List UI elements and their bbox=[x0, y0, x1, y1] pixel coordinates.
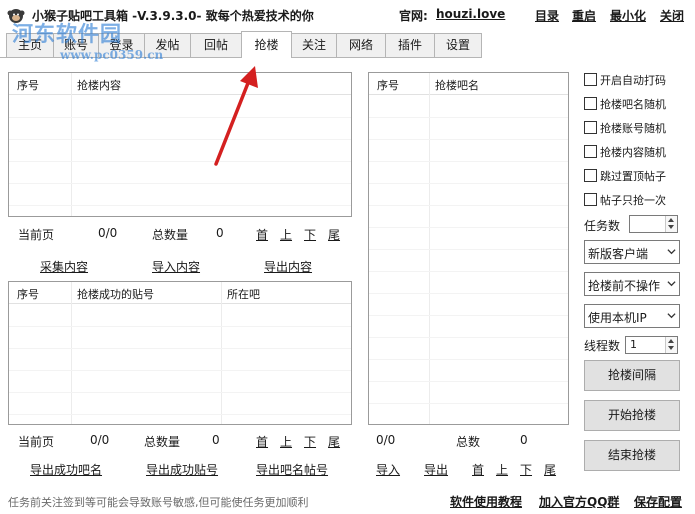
client-select[interactable]: 新版客户端 bbox=[584, 240, 680, 264]
content-last-page[interactable]: 尾 bbox=[328, 226, 340, 243]
export-bar-post-link[interactable]: 导出吧名帖号 bbox=[256, 461, 328, 478]
tab-grab-floor[interactable]: 抢楼 bbox=[241, 31, 292, 58]
checkbox-label: 抢楼账号随机 bbox=[600, 122, 666, 135]
random-bar-checkbox[interactable] bbox=[584, 97, 597, 110]
stepper-arrows-icon[interactable] bbox=[665, 337, 677, 353]
content-current-page: 0/0 bbox=[98, 226, 118, 240]
column-bar-name: 抢楼吧名 bbox=[435, 79, 479, 92]
menu-link[interactable]: 目录 bbox=[535, 7, 559, 24]
close-link[interactable]: 关闭 bbox=[660, 7, 684, 24]
checkbox-label: 抢楼吧名随机 bbox=[600, 98, 666, 111]
save-config-link[interactable]: 保存配置 bbox=[634, 493, 682, 510]
grab-once-option[interactable]: 帖子只抢一次 bbox=[584, 192, 689, 208]
bar-total: 0 bbox=[520, 433, 528, 447]
success-current-page: 0/0 bbox=[90, 433, 110, 447]
skip-pinned-checkbox[interactable] bbox=[584, 169, 597, 182]
success-list[interactable]: 序号 抢楼成功的贴号 所在吧 bbox=[8, 281, 352, 425]
ip-select-value: 使用本机IP bbox=[588, 311, 647, 325]
bar-next-page[interactable]: 下 bbox=[520, 461, 532, 478]
content-total-label: 总数量 bbox=[152, 228, 189, 242]
collect-content-link[interactable]: 采集内容 bbox=[40, 258, 88, 275]
tab-follow[interactable]: 关注 bbox=[291, 33, 337, 57]
content-first-page[interactable]: 首 bbox=[256, 226, 268, 243]
bar-prev-page[interactable]: 上 bbox=[496, 461, 508, 478]
checkbox-label: 开启自动打码 bbox=[600, 74, 666, 87]
thread-count-value: 1 bbox=[630, 338, 637, 351]
pre-action-select-value: 抢楼前不操作 bbox=[588, 279, 661, 293]
import-content-link[interactable]: 导入内容 bbox=[152, 258, 200, 275]
column-index: 序号 bbox=[17, 288, 39, 301]
tutorial-link[interactable]: 软件使用教程 bbox=[450, 493, 522, 510]
watermark-text: 河东软件园 bbox=[12, 21, 122, 46]
minimize-link[interactable]: 最小化 bbox=[610, 7, 646, 24]
bar-total-label: 总数 bbox=[456, 435, 481, 449]
bar-list-header: 序号 抢楼吧名 bbox=[369, 73, 568, 95]
stop-button[interactable]: 结束抢楼 bbox=[584, 440, 680, 471]
bar-current-page: 0/0 bbox=[376, 433, 396, 447]
watermark-url: www.pc0359.cn bbox=[60, 48, 164, 62]
content-next-page[interactable]: 下 bbox=[304, 226, 316, 243]
thread-count-stepper[interactable]: 1 bbox=[625, 336, 678, 354]
random-bar-option[interactable]: 抢楼吧名随机 bbox=[584, 96, 689, 112]
pre-action-select[interactable]: 抢楼前不操作 bbox=[584, 272, 680, 296]
success-next-page[interactable]: 下 bbox=[304, 433, 316, 450]
auto-captcha-checkbox[interactable] bbox=[584, 73, 597, 86]
success-prev-page[interactable]: 上 bbox=[280, 433, 292, 450]
success-list-header: 序号 抢楼成功的贴号 所在吧 bbox=[9, 282, 351, 304]
content-list[interactable]: 序号 抢楼内容 bbox=[8, 72, 352, 217]
column-index: 序号 bbox=[377, 79, 399, 92]
success-current-page-label: 当前页 bbox=[18, 435, 55, 449]
chevron-down-icon bbox=[667, 249, 676, 255]
skip-pinned-option[interactable]: 跳过置顶帖子 bbox=[584, 168, 689, 184]
chevron-down-icon bbox=[667, 281, 676, 287]
export-success-posts-link[interactable]: 导出成功贴号 bbox=[146, 461, 218, 478]
task-count-stepper[interactable] bbox=[629, 215, 678, 233]
content-current-page-label: 当前页 bbox=[18, 228, 55, 242]
site-url-link[interactable]: houzi.love bbox=[436, 7, 505, 21]
status-message: 任务前关注签到等可能会导致账号敏感,但可能使任务更加顺利 bbox=[8, 496, 309, 509]
success-first-page[interactable]: 首 bbox=[256, 433, 268, 450]
tab-reply[interactable]: 回帖 bbox=[190, 33, 242, 57]
content-prev-page[interactable]: 上 bbox=[280, 226, 292, 243]
checkbox-label: 帖子只抢一次 bbox=[600, 194, 666, 207]
column-content: 抢楼内容 bbox=[77, 79, 121, 92]
tab-plugins[interactable]: 插件 bbox=[385, 33, 435, 57]
export-success-bars-link[interactable]: 导出成功吧名 bbox=[30, 461, 102, 478]
export-content-link[interactable]: 导出内容 bbox=[264, 258, 312, 275]
success-total: 0 bbox=[212, 433, 220, 447]
bar-last-page[interactable]: 尾 bbox=[544, 461, 556, 478]
success-last-page[interactable]: 尾 bbox=[328, 433, 340, 450]
interval-button[interactable]: 抢楼间隔 bbox=[584, 360, 680, 391]
bar-list[interactable]: 序号 抢楼吧名 bbox=[368, 72, 569, 425]
content-list-header: 序号 抢楼内容 bbox=[9, 73, 351, 95]
import-bars-link[interactable]: 导入 bbox=[376, 461, 400, 478]
client-select-value: 新版客户端 bbox=[588, 247, 649, 261]
task-count-label: 任务数 bbox=[584, 219, 621, 233]
stepper-arrows-icon[interactable] bbox=[665, 216, 677, 232]
random-content-checkbox[interactable] bbox=[584, 145, 597, 158]
checkbox-label: 抢楼内容随机 bbox=[600, 146, 666, 159]
success-total-label: 总数量 bbox=[144, 435, 181, 449]
qq-group-link[interactable]: 加入官方QQ群 bbox=[539, 493, 619, 510]
random-account-checkbox[interactable] bbox=[584, 121, 597, 134]
site-label: 官网: bbox=[399, 9, 428, 23]
bar-first-page[interactable]: 首 bbox=[472, 461, 484, 478]
thread-count-label: 线程数 bbox=[584, 339, 621, 353]
column-index: 序号 bbox=[17, 79, 39, 92]
export-bars-link[interactable]: 导出 bbox=[424, 461, 448, 478]
tab-settings[interactable]: 设置 bbox=[434, 33, 482, 57]
random-account-option[interactable]: 抢楼账号随机 bbox=[584, 120, 689, 136]
start-button[interactable]: 开始抢楼 bbox=[584, 400, 680, 431]
column-bar-name: 所在吧 bbox=[227, 288, 260, 301]
grab-once-checkbox[interactable] bbox=[584, 193, 597, 206]
auto-captcha-option[interactable]: 开启自动打码 bbox=[584, 72, 689, 88]
content-total: 0 bbox=[216, 226, 224, 240]
restart-link[interactable]: 重启 bbox=[572, 7, 596, 24]
ip-select[interactable]: 使用本机IP bbox=[584, 304, 680, 328]
tab-network[interactable]: 网络 bbox=[336, 33, 386, 57]
random-content-option[interactable]: 抢楼内容随机 bbox=[584, 144, 689, 160]
chevron-down-icon bbox=[667, 313, 676, 319]
checkbox-label: 跳过置顶帖子 bbox=[600, 170, 666, 183]
column-success-post-id: 抢楼成功的贴号 bbox=[77, 288, 154, 301]
